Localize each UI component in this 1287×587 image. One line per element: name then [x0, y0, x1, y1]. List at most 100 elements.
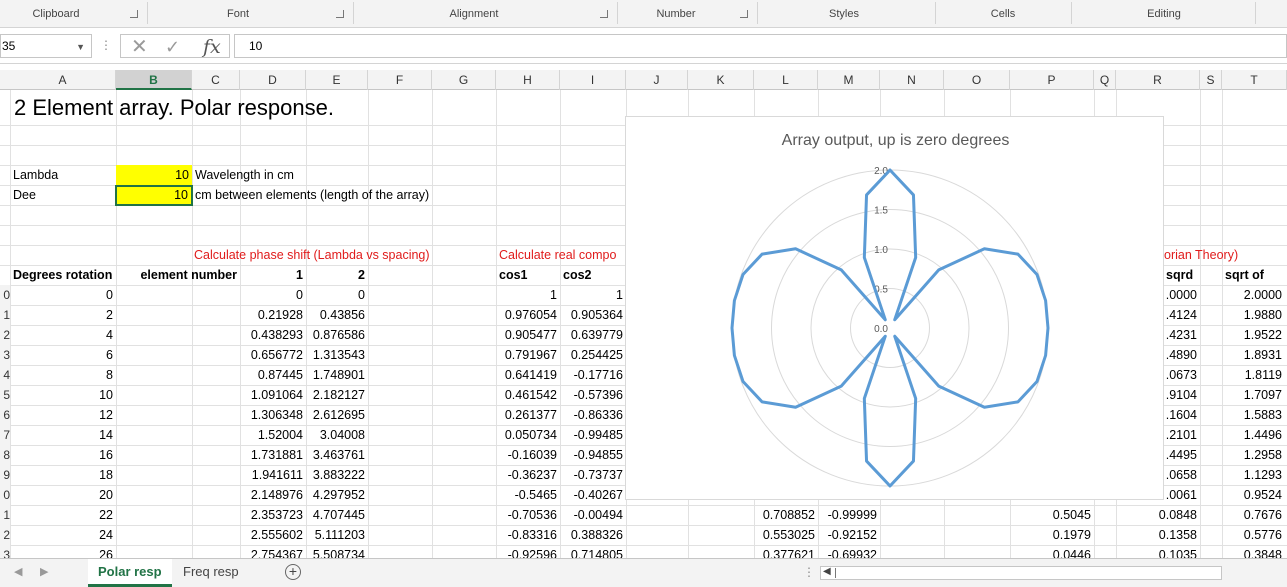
data-cell-i[interactable]: 1: [560, 285, 626, 305]
row-number[interactable]: 9: [0, 465, 10, 485]
data-cell-a[interactable]: 24: [10, 525, 116, 545]
data-cell-e[interactable]: 5.508734: [306, 545, 368, 558]
data-cell-h[interactable]: 1: [496, 285, 560, 305]
column-header-t[interactable]: T: [1222, 70, 1287, 90]
data-cell-i[interactable]: 0.639779: [560, 325, 626, 345]
data-cell-e[interactable]: 0.43856: [306, 305, 368, 325]
data-cell-a[interactable]: 6: [10, 345, 116, 365]
row-number[interactable]: 1: [0, 305, 10, 325]
tab-polar-resp[interactable]: Polar resp: [88, 559, 172, 587]
horizontal-scrollbar[interactable]: ◀: [820, 566, 1222, 580]
data-cell-t[interactable]: 1.9880: [1222, 305, 1285, 325]
data-cell-i[interactable]: 0.714805: [560, 545, 626, 558]
data-cell-i[interactable]: -0.57396: [560, 385, 626, 405]
data-cell-t[interactable]: 1.4496: [1222, 425, 1285, 445]
column-header-j[interactable]: J: [626, 70, 688, 90]
row-number[interactable]: 5: [0, 385, 10, 405]
data-cell-e[interactable]: 1.313543: [306, 345, 368, 365]
dee-value-cell[interactable]: 10: [115, 185, 193, 206]
data-cell-h[interactable]: 0.976054: [496, 305, 560, 325]
data-cell-t[interactable]: 0.5776: [1222, 525, 1285, 545]
data-cell-i[interactable]: 0.905364: [560, 305, 626, 325]
data-cell-p[interactable]: 0.0446: [1010, 545, 1094, 558]
column-header-g[interactable]: G: [432, 70, 496, 90]
formula-input[interactable]: 10: [234, 34, 1287, 58]
data-cell-d[interactable]: 2.555602: [240, 525, 306, 545]
data-cell-a[interactable]: 22: [10, 505, 116, 525]
data-cell-i[interactable]: -0.00494: [560, 505, 626, 525]
data-cell-d[interactable]: 0.87445: [240, 365, 306, 385]
data-cell-e[interactable]: 3.883222: [306, 465, 368, 485]
data-cell-m[interactable]: -0.69932: [818, 545, 880, 558]
data-cell-e[interactable]: 3.463761: [306, 445, 368, 465]
data-cell-h[interactable]: -0.16039: [496, 445, 560, 465]
data-cell-a[interactable]: 14: [10, 425, 116, 445]
data-cell-r[interactable]: 0.0848: [1116, 505, 1200, 525]
data-cell-e[interactable]: 5.111203: [306, 525, 368, 545]
data-cell-t[interactable]: 1.1293: [1222, 465, 1285, 485]
data-cell-i[interactable]: -0.73737: [560, 465, 626, 485]
data-cell-e[interactable]: 2.612695: [306, 405, 368, 425]
number-launcher-icon[interactable]: [740, 10, 748, 18]
data-cell-e[interactable]: 2.182127: [306, 385, 368, 405]
add-sheet-icon[interactable]: +: [285, 564, 301, 580]
data-cell-h[interactable]: -0.92596: [496, 545, 560, 558]
data-cell-i[interactable]: -0.17716: [560, 365, 626, 385]
data-cell-d[interactable]: 1.941611: [240, 465, 306, 485]
data-cell-d[interactable]: 2.754367: [240, 545, 306, 558]
data-cell-i[interactable]: 0.254425: [560, 345, 626, 365]
insert-function-icon[interactable]: fx: [203, 35, 221, 59]
data-cell-a[interactable]: 18: [10, 465, 116, 485]
column-header-l[interactable]: L: [754, 70, 818, 90]
data-cell-r[interactable]: 0.1035: [1116, 545, 1200, 558]
enter-check-icon[interactable]: ✓: [165, 35, 180, 59]
data-cell-i[interactable]: -0.99485: [560, 425, 626, 445]
row-number[interactable]: 6: [0, 405, 10, 425]
data-cell-t[interactable]: 1.5883: [1222, 405, 1285, 425]
data-cell-e[interactable]: 1.748901: [306, 365, 368, 385]
data-cell-d[interactable]: 1.091064: [240, 385, 306, 405]
data-cell-a[interactable]: 0: [10, 285, 116, 305]
data-cell-p[interactable]: 0.1979: [1010, 525, 1094, 545]
data-cell-i[interactable]: 0.388326: [560, 525, 626, 545]
data-cell-e[interactable]: 3.04008: [306, 425, 368, 445]
data-cell-m[interactable]: -0.99999: [818, 505, 880, 525]
data-cell-d[interactable]: 2.353723: [240, 505, 306, 525]
data-cell-t[interactable]: 1.2958: [1222, 445, 1285, 465]
cancel-icon[interactable]: ✕: [131, 35, 148, 59]
data-cell-l[interactable]: 0.377621: [754, 545, 818, 558]
data-cell-a[interactable]: 16: [10, 445, 116, 465]
data-cell-p[interactable]: 0.5045: [1010, 505, 1094, 525]
data-cell-e[interactable]: 4.297952: [306, 485, 368, 505]
column-header-m[interactable]: M: [818, 70, 880, 90]
data-cell-t[interactable]: 1.8931: [1222, 345, 1285, 365]
data-cell-m[interactable]: -0.92152: [818, 525, 880, 545]
data-cell-e[interactable]: 4.707445: [306, 505, 368, 525]
column-header-r[interactable]: R: [1116, 70, 1200, 90]
row-number[interactable]: 2: [0, 525, 10, 545]
data-cell-d[interactable]: 0: [240, 285, 306, 305]
next-sheet-icon[interactable]: ▶: [40, 565, 48, 578]
column-header-h[interactable]: H: [496, 70, 560, 90]
column-header-d[interactable]: D: [240, 70, 306, 90]
row-number[interactable]: 0: [0, 485, 10, 505]
column-header-p[interactable]: P: [1010, 70, 1094, 90]
data-cell-h[interactable]: 0.261377: [496, 405, 560, 425]
chevron-down-icon[interactable]: ▼: [76, 36, 85, 58]
tab-freq-resp[interactable]: Freq resp: [173, 559, 249, 587]
data-cell-a[interactable]: 8: [10, 365, 116, 385]
column-header-i[interactable]: I: [560, 70, 626, 90]
data-cell-h[interactable]: -0.36237: [496, 465, 560, 485]
column-header-o[interactable]: O: [944, 70, 1010, 90]
tab-splitter-icon[interactable]: ⋮: [803, 565, 815, 579]
row-number[interactable]: 3: [0, 345, 10, 365]
column-header-a[interactable]: A: [10, 70, 116, 90]
data-cell-i[interactable]: -0.86336: [560, 405, 626, 425]
clipboard-launcher-icon[interactable]: [130, 10, 138, 18]
data-cell-t[interactable]: 1.9522: [1222, 325, 1285, 345]
data-cell-h[interactable]: 0.791967: [496, 345, 560, 365]
data-cell-a[interactable]: 20: [10, 485, 116, 505]
data-cell-a[interactable]: 12: [10, 405, 116, 425]
row-number[interactable]: 2: [0, 325, 10, 345]
name-box[interactable]: 35 ▼: [0, 34, 92, 58]
